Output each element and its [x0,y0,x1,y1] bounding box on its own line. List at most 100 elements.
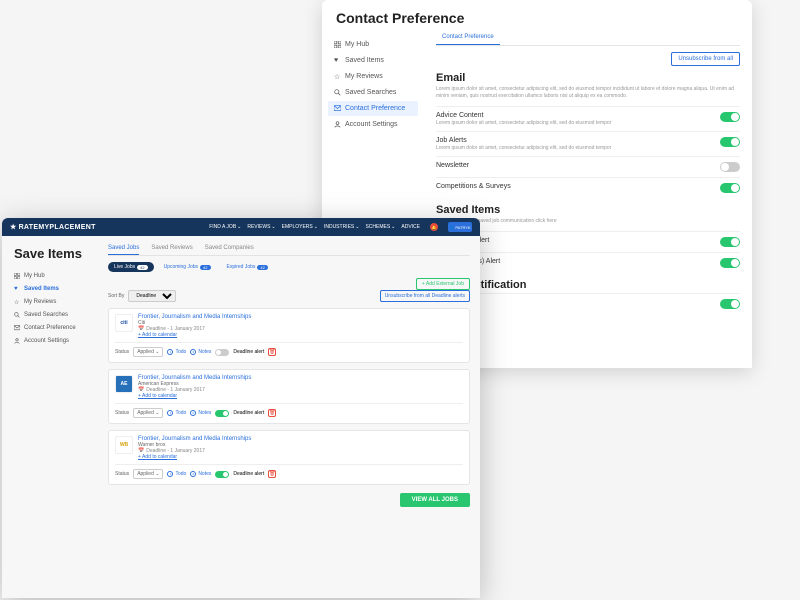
nav-industries[interactable]: INDUSTRIES ⌄ [324,224,359,230]
todo-chip[interactable]: 1Todo [167,410,186,416]
notes-chip[interactable]: 0Notes [190,410,211,416]
tab-saved-companies[interactable]: Saved Companies [205,242,254,255]
deadline-alert-toggle[interactable] [215,410,229,417]
star-icon: ☆ [14,299,20,305]
star-icon: ★ [10,224,17,231]
user-icon [334,121,341,128]
nav-reviews[interactable]: REVIEWS ⌄ [247,224,275,230]
add-external-job-button[interactable]: + Add External Job [416,278,470,290]
profile-button[interactable]: 👤 PATRYK [448,222,472,232]
toggle-newsletter[interactable] [720,162,740,172]
toggle-save-search[interactable] [720,258,740,268]
sidebar-item-saved-searches[interactable]: Saved Searches [328,85,418,100]
count-badge: 42 [137,265,147,270]
deadline-alert-toggle[interactable] [215,349,229,356]
pref-row-save-search: Save Search(s) Alert [436,252,740,273]
add-to-calendar-link[interactable]: + Add to calendar [138,332,251,338]
pill-expired-jobs[interactable]: Expired Jobs42 [221,262,274,272]
toggle-advice[interactable] [720,112,740,122]
user-icon: 👤 [449,225,454,230]
sidebar-item-contact-preference[interactable]: Contact Preference [8,322,92,334]
deadline-alert-toggle[interactable] [215,471,229,478]
pill-live-jobs[interactable]: Live Jobs42 [108,262,154,272]
sidebar-item-my-reviews[interactable]: ☆My Reviews [8,296,92,308]
nav-employers[interactable]: EMPLOYERS ⌄ [282,224,318,230]
company-logo-icon: AE [115,375,133,393]
status-select[interactable]: Applied ⌄ [133,347,163,357]
count-dot: 1 [167,471,173,477]
section-heading-saved: Saved Items [436,204,740,216]
tab-contact-preference[interactable]: Contact Preference [436,30,500,45]
notification-bell-icon[interactable]: 🔔 [430,223,438,231]
delete-button[interactable]: 🗑 [268,470,276,478]
add-to-calendar-link[interactable]: + Add to calendar [138,393,251,399]
sidebar-item-contact-preference[interactable]: Contact Preference [328,101,418,116]
job-card: citi Frontier, Journalism and Media Inte… [108,308,470,363]
pref-label: Newsletter [436,162,469,169]
tab-saved-jobs[interactable]: Saved Jobs [108,242,139,255]
si-main: Saved Jobs Saved Reviews Saved Companies… [98,236,480,598]
todo-chip[interactable]: 1Todo [167,349,186,355]
count-dot: 0 [190,349,196,355]
sidebar-item-label: My Hub [345,41,369,48]
pref-row-competitions: Competitions & Surveys [436,177,740,198]
sidebar-item-account-settings[interactable]: Account Settings [8,335,92,347]
section-desc: Lorem ipsum dolor sit amet, consectetur … [436,86,740,100]
sidebar-item-my-reviews[interactable]: ☆My Reviews [328,69,418,84]
search-icon [334,89,341,96]
sidebar-item-saved-items[interactable]: ♥Saved Items [328,53,418,68]
section-heading-push: Push Notification [436,279,740,291]
delete-button[interactable]: 🗑 [268,348,276,356]
trash-icon: 🗑 [269,471,275,477]
pref-sub: Lorem ipsum dolor sit amet, consectetur … [436,145,611,151]
job-filter-pills: Live Jobs42 Upcoming Jobs42 Expired Jobs… [108,262,470,272]
todo-chip[interactable]: 1Todo [167,471,186,477]
pref-row-advice: Advice ContentLorem ipsum dolor sit amet… [436,106,740,131]
section-desc: Manage individual saved job communicatio… [436,218,740,225]
toggle-job-alerts[interactable] [720,137,740,147]
toggle-competitions[interactable] [720,183,740,193]
notes-chip[interactable]: 0Notes [190,349,211,355]
user-icon [14,338,20,344]
status-select[interactable]: Applied ⌄ [133,469,163,479]
deadline-alert-label: Deadline alert [233,410,264,416]
brand-logo[interactable]: ★RATEMYPLACEMENT [10,223,96,231]
toggle-save-jobs[interactable] [720,237,740,247]
pref-row-push-job: Job Alerts [436,293,740,314]
nav-find-job[interactable]: FIND A JOB ⌄ [209,224,241,230]
save-items-window: ★RATEMYPLACEMENT FIND A JOB ⌄ REVIEWS ⌄ … [2,218,480,598]
toggle-push-job[interactable] [720,299,740,309]
status-label: Status [115,410,129,416]
sort-select[interactable]: Deadline [128,290,176,302]
tab-saved-reviews[interactable]: Saved Reviews [151,242,192,255]
sidebar-item-label: Saved Items [24,286,59,292]
sidebar-item-label: Saved Searches [24,312,68,318]
mail-icon [14,325,20,331]
grid-icon [14,273,20,279]
sidebar-item-saved-searches[interactable]: Saved Searches [8,309,92,321]
sidebar-item-my-hub[interactable]: My Hub [328,37,418,52]
sidebar-item-label: Account Settings [24,338,69,344]
status-label: Status [115,471,129,477]
unsubscribe-deadlines-button[interactable]: Unsubscribe from all Deadline alerts [380,290,470,302]
unsubscribe-all-button[interactable]: Unsubscribe from all [671,52,740,66]
add-to-calendar-link[interactable]: + Add to calendar [138,454,251,460]
count-dot: 1 [167,349,173,355]
job-title[interactable]: Frontier, Journalism and Media Internshi… [138,314,251,320]
trash-icon: 🗑 [269,410,275,416]
view-all-jobs-button[interactable]: VIEW ALL JOBS [400,493,470,507]
nav-advice[interactable]: ADVICE [401,224,420,230]
nav-schemes[interactable]: SCHEMES ⌄ [365,224,395,230]
pill-upcoming-jobs[interactable]: Upcoming Jobs42 [158,262,217,272]
sort-label: Sort By [108,293,124,299]
sidebar-item-saved-items[interactable]: ♥Saved Items [8,283,92,295]
sidebar-item-my-hub[interactable]: My Hub [8,270,92,282]
status-select[interactable]: Applied ⌄ [133,408,163,418]
sidebar-item-label: Contact Preference [24,325,76,331]
sidebar-item-account-settings[interactable]: Account Settings [328,117,418,132]
count-dot: 0 [190,410,196,416]
delete-button[interactable]: 🗑 [268,409,276,417]
pref-row-save-jobs: Save Job(s) Alert [436,231,740,252]
pref-label: Advice Content [436,112,483,119]
notes-chip[interactable]: 0Notes [190,471,211,477]
